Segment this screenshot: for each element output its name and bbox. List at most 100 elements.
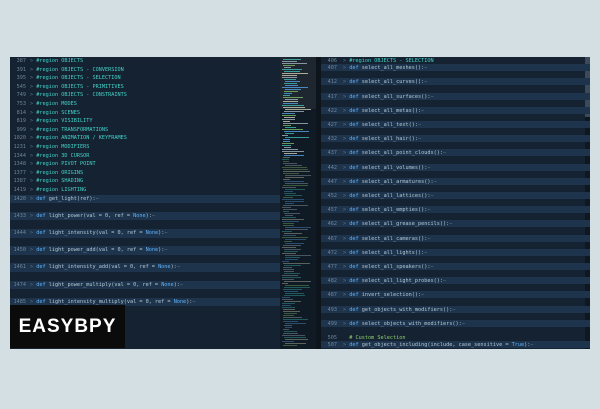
minimap-line (284, 181, 304, 182)
code-line[interactable] (321, 313, 590, 320)
minimap-line (283, 163, 297, 164)
minimap-line (285, 165, 302, 166)
code-line[interactable]: 477 > def select_all_speakers():⋯ (321, 262, 590, 270)
code-line[interactable] (321, 114, 590, 121)
code-line[interactable]: 462 > def select_all_grease_pencils():⋯ (321, 220, 590, 228)
code-line[interactable]: 407 > def select_all_meshes():⋯ (321, 64, 590, 72)
code-line[interactable]: 412 > def select_all_curves():⋯ (321, 78, 590, 86)
code-line[interactable]: 545 > #region OBJECTS - PRIMITIVES (10, 83, 280, 92)
code-line[interactable]: 432 > def select_all_hair():⋯ (321, 135, 590, 143)
code-line[interactable]: 999 > #region TRANSFORMATIONS (10, 126, 280, 135)
code-line[interactable]: 1348 > #region PIVOT POINT (10, 160, 280, 169)
minimap-line (284, 155, 304, 156)
code-line[interactable]: 499 > def select_objects_with_modifiers()… (321, 319, 590, 327)
minimap-line (284, 241, 292, 242)
code-line[interactable]: 387 > #region OBJECTS (10, 57, 280, 66)
minimap-line (284, 131, 309, 132)
code-line[interactable] (321, 85, 590, 92)
minimap-line (282, 299, 293, 300)
code-line[interactable] (321, 199, 590, 206)
code-line[interactable]: 1433 > def light_power(val = 0, ref = Non… (10, 211, 280, 221)
code-line[interactable] (321, 284, 590, 291)
minimap-line (282, 275, 298, 276)
minimap-line (284, 117, 295, 118)
code-line[interactable] (321, 100, 590, 107)
minimap-line (282, 341, 294, 342)
minimap-line (282, 199, 304, 200)
minimap-line (283, 345, 297, 346)
code-line[interactable]: 753 > #region MODES (10, 100, 280, 109)
code-line[interactable]: 487 > def invert_selection():⋯ (321, 291, 590, 299)
code-line[interactable]: 482 > def select_all_light_probes():⋯ (321, 277, 590, 285)
code-line[interactable] (321, 185, 590, 192)
code-line[interactable]: 1420 > def get_light(ref):⋯ (10, 194, 280, 204)
minimap-line (284, 79, 296, 80)
code-line[interactable] (321, 171, 590, 178)
code-line[interactable]: 442 > def select_all_volumes():⋯ (321, 163, 590, 171)
code-line[interactable]: 505 # Custom Selection (321, 334, 590, 341)
right-editor-pane[interactable]: 406 > #region OBJECTS - SELECTION 407 > def… (321, 57, 590, 349)
code-line[interactable]: 427 > def select_all_text():⋯ (321, 120, 590, 128)
code-line[interactable]: 422 > def select_all_metas():⋯ (321, 106, 590, 114)
code-line[interactable] (321, 128, 590, 135)
code-line[interactable]: 1020 > #region ANIMATION / KEYFRAMES (10, 134, 280, 143)
minimap-line (283, 173, 299, 174)
code-line[interactable]: 1377 > #region ORIGINS (10, 169, 280, 178)
code-line[interactable]: 472 > def select_all_lights():⋯ (321, 248, 590, 256)
code-line[interactable]: 1461 > def light_intensity_add(val = 0, r… (10, 263, 280, 272)
code-line[interactable] (321, 142, 590, 149)
code-line[interactable] (321, 213, 590, 220)
minimap[interactable] (280, 57, 316, 349)
code-line[interactable]: 1419 > #region LIGHTING (10, 186, 280, 195)
minimap-line (284, 295, 305, 296)
code-line[interactable]: 493 > def get_objects_with_modifiers():⋯ (321, 305, 590, 313)
code-line[interactable] (10, 220, 280, 229)
code-line[interactable]: 452 > def select_all_lattices():⋯ (321, 191, 590, 199)
code-line[interactable] (10, 289, 280, 298)
code-line[interactable]: 395 > #region OBJECTS - SELECTION (10, 74, 280, 83)
code-line[interactable]: 749 > #region OBJECTS - CONSTRAINTS (10, 91, 280, 100)
code-line[interactable] (10, 238, 280, 247)
code-line[interactable]: 1231 > #region MODIFIERS (10, 143, 280, 152)
minimap-line (284, 91, 298, 92)
minimap-line (282, 115, 296, 116)
code-line[interactable] (321, 270, 590, 277)
code-line[interactable]: 1450 > def light_power_add(val = 0, ref =… (10, 246, 280, 255)
code-line[interactable]: 819 > #region VISIBILITY (10, 117, 280, 126)
code-line[interactable]: 457 > def select_all_empties():⋯ (321, 206, 590, 214)
code-line[interactable] (10, 272, 280, 281)
code-line[interactable] (321, 156, 590, 163)
code-line[interactable]: 406 > #region OBJECTS - SELECTION (321, 57, 590, 64)
minimap-line (283, 161, 289, 162)
code-line[interactable] (321, 242, 590, 249)
code-line[interactable] (10, 203, 280, 212)
code-line[interactable] (321, 71, 590, 78)
code-line[interactable]: 467 > def select_all_cameras():⋯ (321, 234, 590, 242)
code-line[interactable] (321, 327, 590, 334)
minimap-line (282, 119, 295, 120)
code-line[interactable] (321, 227, 590, 234)
code-line[interactable]: 507 > def get_objects_including(include, … (321, 341, 590, 349)
code-line[interactable]: 417 > def select_all_surfaces():⋯ (321, 92, 590, 100)
code-line[interactable]: 447 > def select_all_armatures():⋯ (321, 177, 590, 185)
minimap-line (284, 83, 297, 84)
minimap-line (283, 209, 297, 210)
minimap-line (282, 303, 295, 304)
code-line[interactable]: 1474 > def light_power_multiply(val = 0, … (10, 280, 280, 290)
code-line[interactable]: 814 > #region SCENES (10, 109, 280, 118)
minimap-line (283, 121, 290, 122)
code-line[interactable]: 1444 > def light_intensity(val = 0, ref =… (10, 229, 280, 238)
code-line[interactable] (321, 298, 590, 305)
code-line[interactable]: 1344 > #region 3D CURSOR (10, 152, 280, 161)
code-line[interactable]: 1387 > #region SHADING (10, 177, 280, 186)
minimap-line (283, 317, 302, 318)
minimap-line (284, 271, 294, 272)
minimap-line (283, 185, 308, 186)
code-line[interactable]: 437 > def select_all_point_clouds():⋯ (321, 149, 590, 157)
code-line[interactable] (10, 255, 280, 264)
minimap-line (282, 129, 303, 130)
code-line[interactable]: 391 > #region OBJECTS - CONVERSION (10, 66, 280, 75)
minimap-line (285, 127, 296, 128)
code-line[interactable] (321, 256, 590, 263)
minimap-line (282, 105, 304, 106)
